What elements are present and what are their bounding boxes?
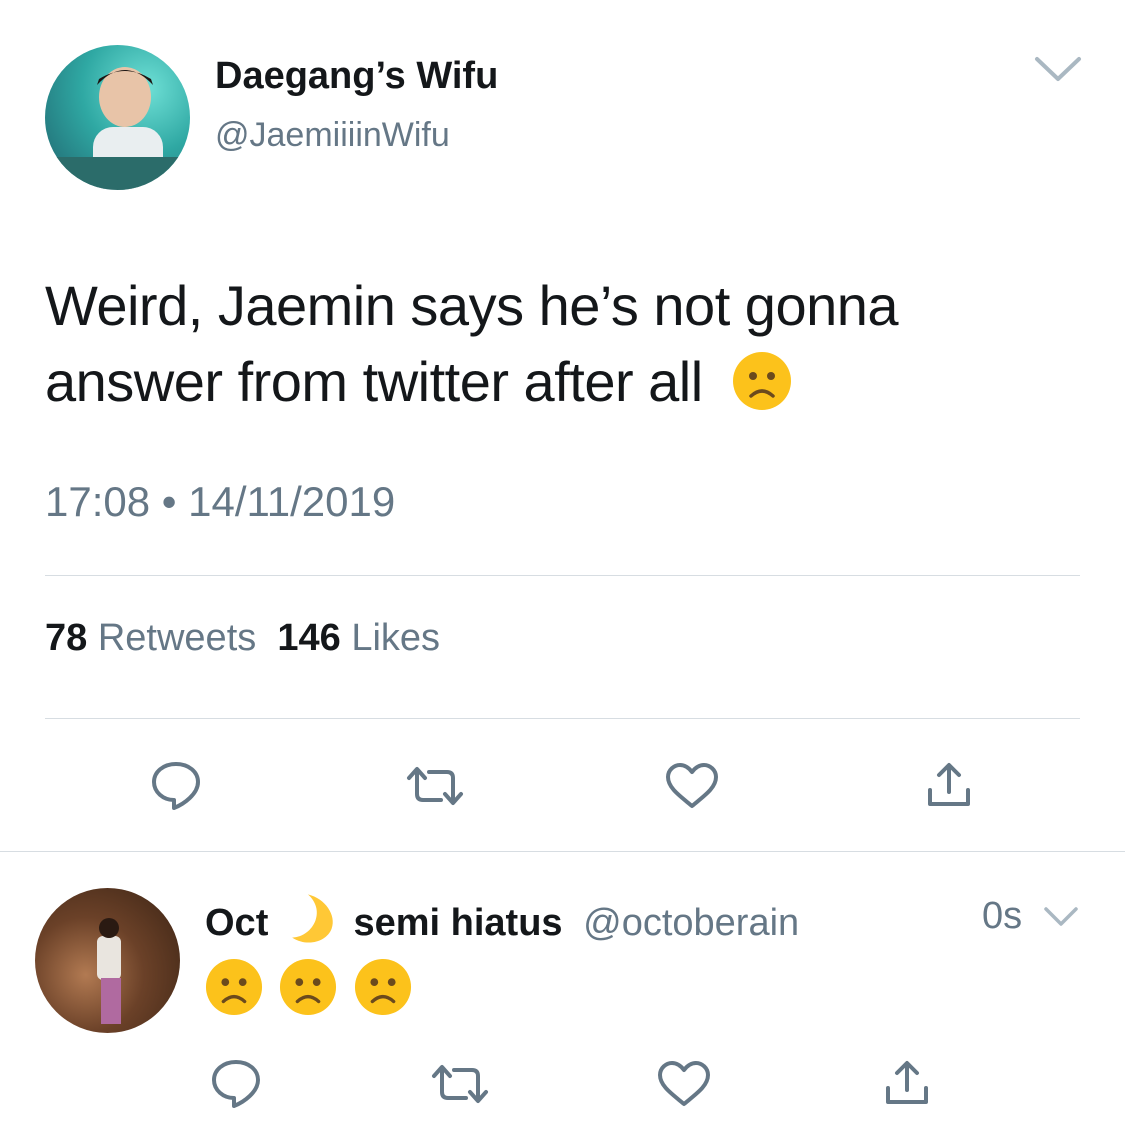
retweets-label: Retweets <box>97 617 257 659</box>
tweet-timestamp[interactable]: 17:08 • 14/11/2019 <box>45 478 395 526</box>
likes-count: 146 <box>277 617 341 659</box>
heart-icon[interactable] <box>656 1060 712 1108</box>
reply-display-name[interactable]: Oct semi hiatus <box>205 894 573 944</box>
retweets-count: 78 <box>45 617 88 659</box>
reply-header: Oct semi hiatus @octoberain <box>205 893 799 949</box>
frowning-face-emoji <box>354 958 412 1016</box>
retweets-stat[interactable]: 78 Retweets <box>45 617 256 659</box>
likes-label: Likes <box>351 617 441 659</box>
reply-icon[interactable] <box>210 1058 262 1110</box>
divider <box>45 718 1080 719</box>
share-icon[interactable] <box>882 1058 932 1108</box>
retweet-icon[interactable] <box>430 1062 490 1106</box>
retweet-icon[interactable] <box>405 764 465 808</box>
tweet-text: Weird, Jaemin says he’s not gonna answer… <box>45 268 1045 420</box>
likes-stat[interactable]: 146 Likes <box>277 617 440 659</box>
reply-avatar[interactable] <box>35 888 180 1033</box>
user-handle[interactable]: @JaemiiiinWifu <box>215 116 450 155</box>
reply-handle[interactable]: @octoberain <box>583 902 799 944</box>
chevron-down-icon[interactable] <box>1043 906 1079 928</box>
frowning-face-emoji <box>279 958 337 1016</box>
avatar[interactable] <box>45 45 190 190</box>
frowning-face-emoji <box>205 958 263 1016</box>
frowning-face-emoji <box>732 351 792 411</box>
reply-text <box>205 958 412 1021</box>
reply-name-part1: Oct <box>205 902 269 944</box>
reply-name-part2: semi hiatus <box>353 902 563 944</box>
divider <box>0 851 1125 852</box>
share-icon[interactable] <box>924 760 974 810</box>
chevron-down-icon[interactable] <box>1033 55 1083 83</box>
crescent-moon-icon <box>283 893 339 949</box>
reply-icon[interactable] <box>150 760 202 812</box>
divider <box>45 575 1080 576</box>
reply-time[interactable]: 0s <box>982 895 1022 938</box>
tweet-stats: 78 Retweets 146 Likes <box>45 617 440 660</box>
display-name[interactable]: Daegang’s Wifu <box>215 55 498 98</box>
heart-icon[interactable] <box>664 762 720 810</box>
